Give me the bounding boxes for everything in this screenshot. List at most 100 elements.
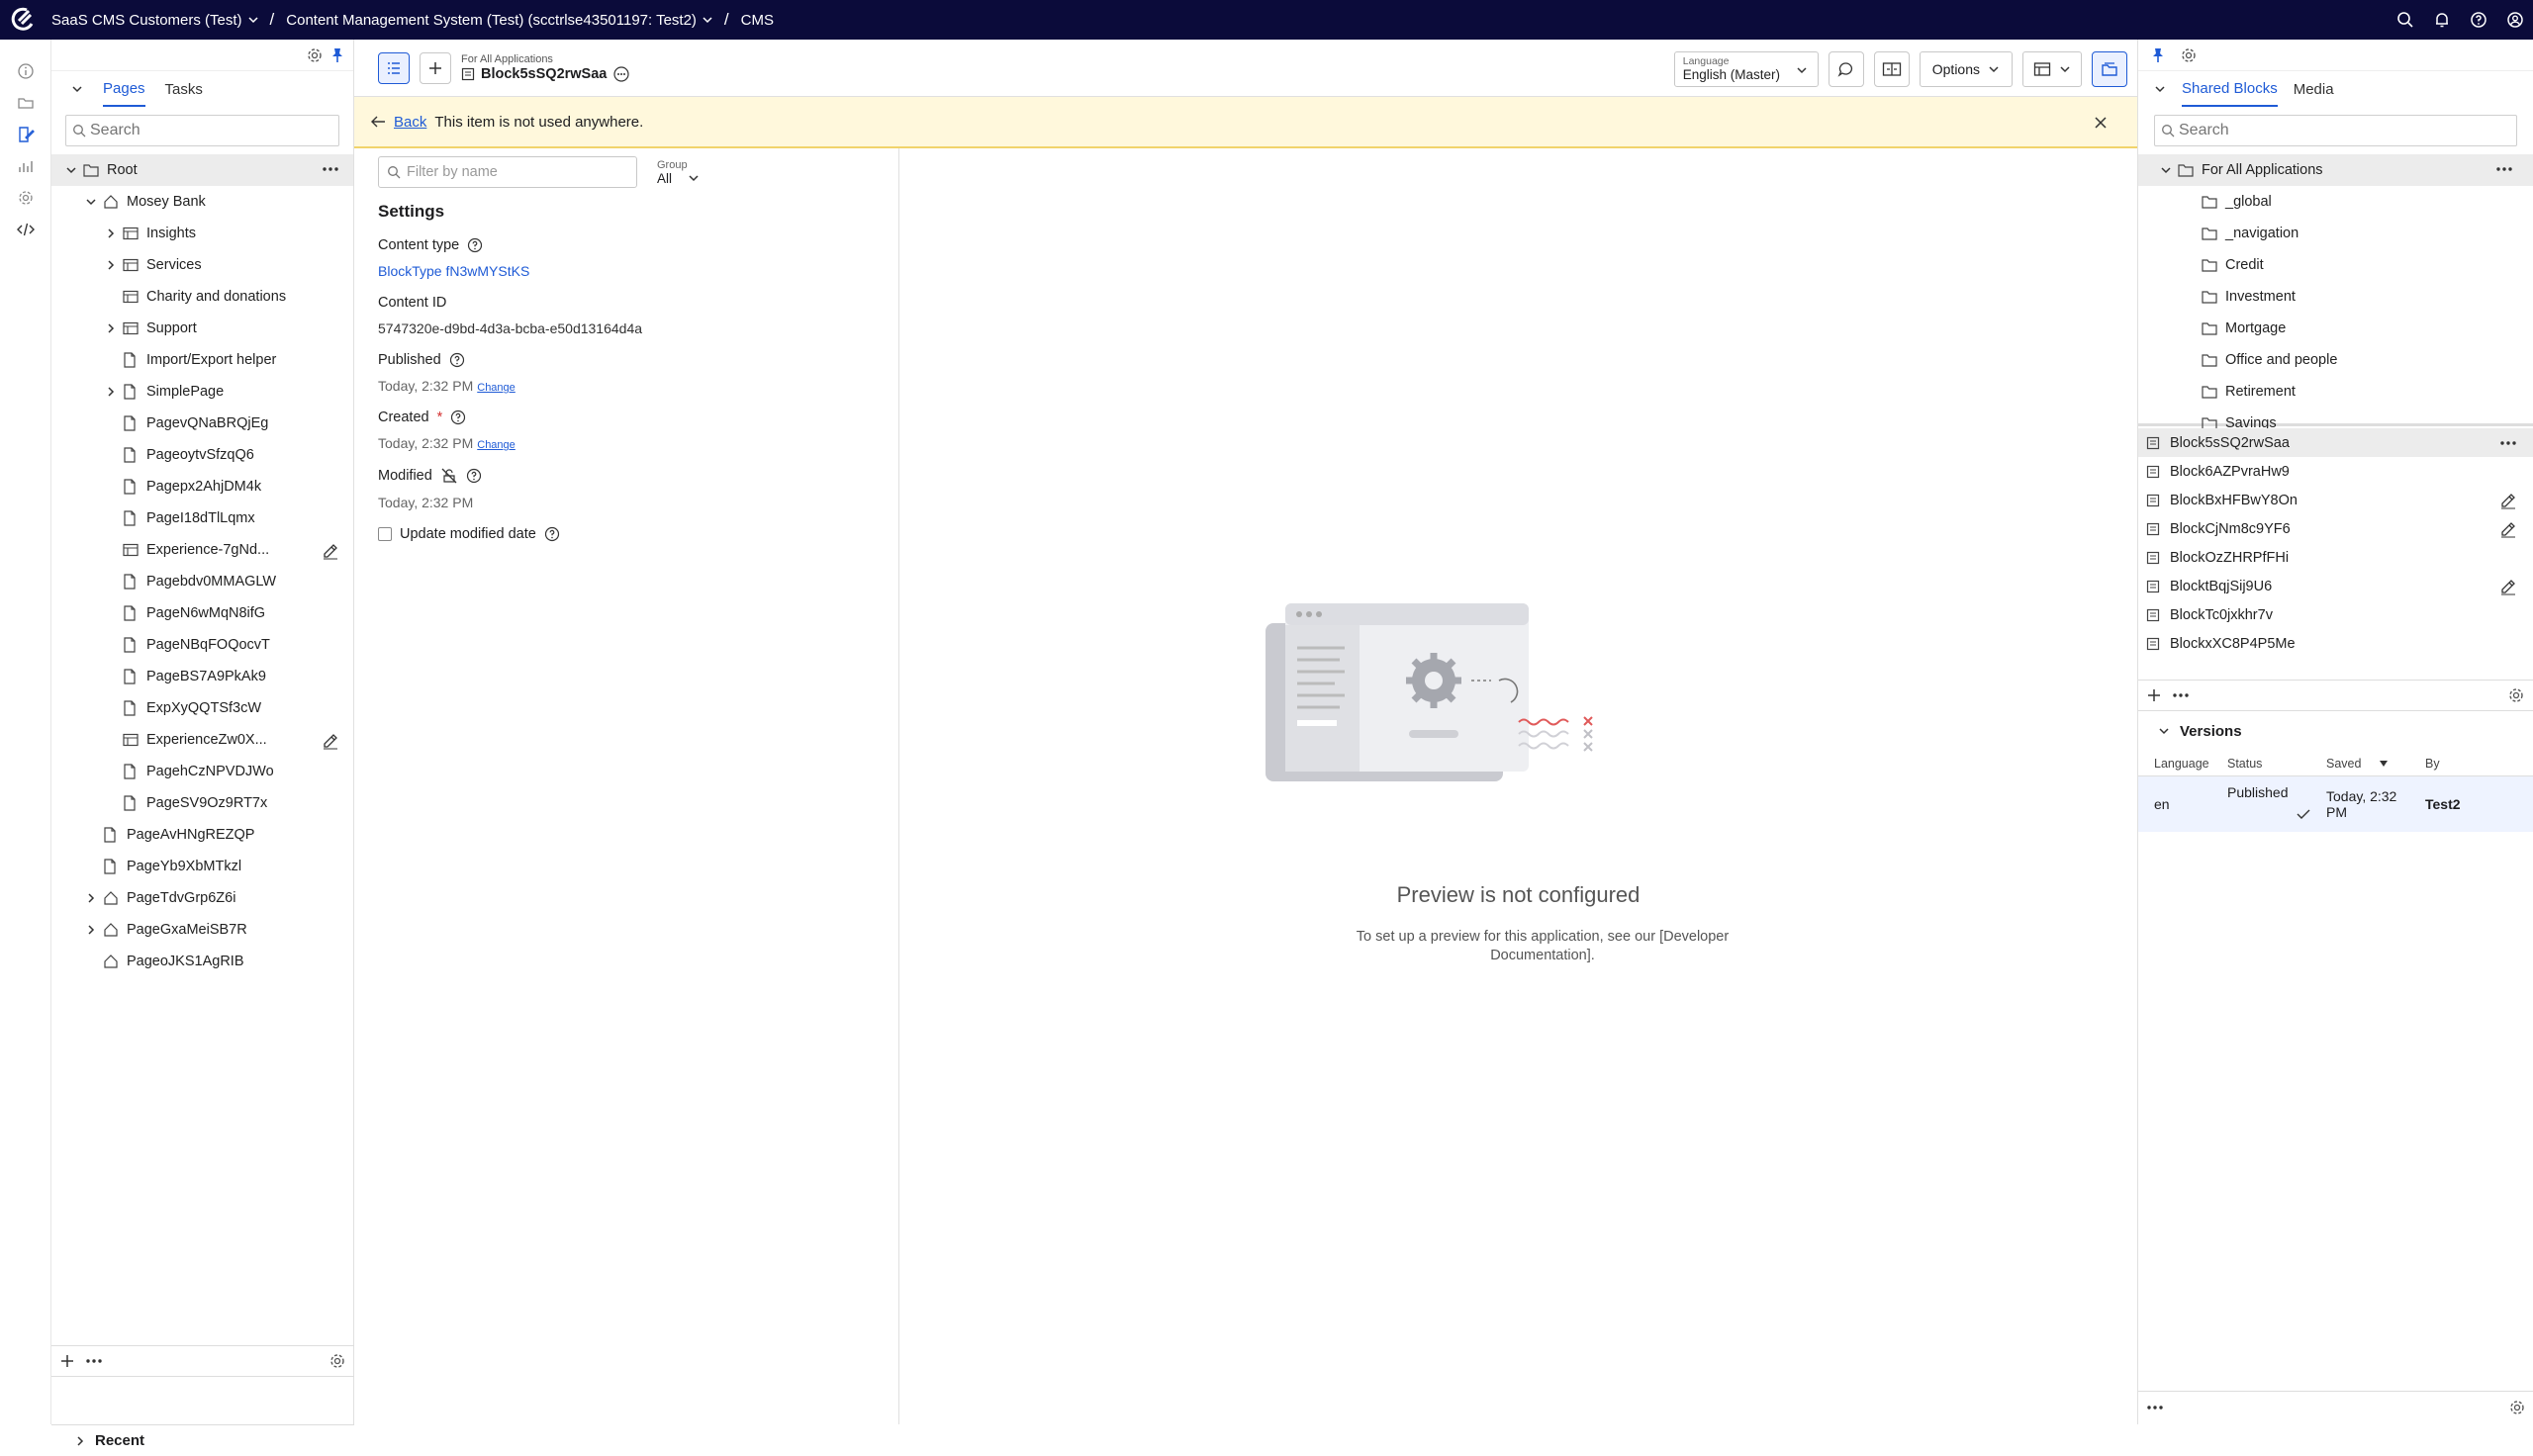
chevron-right-icon[interactable] xyxy=(103,322,119,334)
group-select[interactable]: Group All xyxy=(657,159,700,186)
tree-item[interactable]: PageNBqFOQocvT xyxy=(51,629,353,661)
folder-root[interactable]: For All Applications xyxy=(2138,154,2533,186)
update-modified-checkbox[interactable] xyxy=(378,527,392,541)
view-mode-button[interactable] xyxy=(2022,51,2082,87)
edit-icon[interactable] xyxy=(2499,492,2517,509)
chevron-right-icon[interactable] xyxy=(103,386,119,398)
tab-media[interactable]: Media xyxy=(2294,71,2334,107)
settings-icon[interactable] xyxy=(0,182,51,214)
add-icon[interactable] xyxy=(2146,687,2162,703)
gear-icon[interactable] xyxy=(2507,686,2525,704)
search-icon[interactable] xyxy=(2387,0,2423,40)
tree-item[interactable]: Experience-7gNd... xyxy=(51,534,353,566)
tree-item[interactable]: Pagebdv0MMAGLW xyxy=(51,566,353,597)
bell-icon[interactable] xyxy=(2423,0,2460,40)
col-saved[interactable]: Saved xyxy=(2326,757,2425,771)
list-item[interactable]: BlockxXC8P4P5Me xyxy=(2138,629,2533,658)
list-item[interactable]: BlockCjNm8c9YF6 xyxy=(2138,514,2533,543)
tree-item[interactable]: ExperienceZw0X... xyxy=(51,724,353,756)
tree-item[interactable]: PagehCzNPVDJWo xyxy=(51,756,353,787)
folder-item[interactable]: Credit xyxy=(2138,249,2533,281)
language-select[interactable]: Language English (Master) xyxy=(1673,51,1819,87)
chevron-right-icon[interactable] xyxy=(103,228,119,239)
tab-tasks[interactable]: Tasks xyxy=(165,71,203,107)
collapse-chevron-icon[interactable] xyxy=(71,83,83,95)
add-icon[interactable] xyxy=(59,1353,75,1369)
table-row[interactable]: en Published Today, 2:32 PM Test2 xyxy=(2138,776,2533,832)
tree-item[interactable]: Insights xyxy=(51,218,353,249)
tree-item[interactable]: PageI18dTlLqmx xyxy=(51,502,353,534)
folder-item[interactable]: _global xyxy=(2138,186,2533,218)
close-icon[interactable] xyxy=(2094,116,2108,130)
folder-item[interactable]: Investment xyxy=(2138,281,2533,313)
recent-section[interactable]: Recent xyxy=(51,1424,354,1456)
more-options-icon[interactable] xyxy=(612,65,630,83)
tree-item[interactable]: PageYb9XbMTkzl xyxy=(51,851,353,882)
add-button[interactable] xyxy=(420,51,451,84)
folder-item[interactable]: Retirement xyxy=(2138,376,2533,408)
reports-icon[interactable] xyxy=(0,150,51,182)
help-icon[interactable] xyxy=(450,410,466,425)
col-status[interactable]: Status xyxy=(2227,757,2326,771)
edit-content-icon[interactable] xyxy=(0,119,51,150)
col-by[interactable]: By xyxy=(2425,757,2533,771)
collapse-chevron-icon[interactable] xyxy=(2154,83,2166,95)
more-icon[interactable] xyxy=(2495,166,2513,172)
folder-item[interactable]: Mortgage xyxy=(2138,313,2533,344)
tree-item[interactable]: PagevQNaBRQjEg xyxy=(51,408,353,439)
comments-button[interactable] xyxy=(1828,51,1864,87)
tab-pages[interactable]: Pages xyxy=(103,71,145,107)
chevron-right-icon[interactable] xyxy=(103,259,119,271)
more-icon[interactable] xyxy=(2499,440,2517,446)
more-icon[interactable] xyxy=(2172,687,2190,703)
tree-item[interactable]: Pagepx2AhjDM4k xyxy=(51,471,353,502)
filter-input[interactable]: Filter by name xyxy=(378,156,637,188)
tree-item[interactable]: Root xyxy=(51,154,353,186)
help-icon[interactable] xyxy=(467,237,483,253)
pin-icon[interactable] xyxy=(328,46,347,65)
pin-icon[interactable] xyxy=(2148,46,2168,65)
help-icon[interactable] xyxy=(544,526,560,542)
help-icon[interactable] xyxy=(2460,0,2496,40)
tree-item[interactable]: PageAvHNgREZQP xyxy=(51,819,353,851)
tree-item[interactable]: Import/Export helper xyxy=(51,344,353,376)
tree-item[interactable]: PageBS7A9PkAk9 xyxy=(51,661,353,692)
breadcrumb-instance[interactable]: Content Management System (Test) (scctrl… xyxy=(278,12,720,29)
more-icon[interactable] xyxy=(322,166,339,172)
back-link[interactable]: Back xyxy=(394,114,426,131)
info-icon[interactable] xyxy=(0,55,51,87)
edit-icon[interactable] xyxy=(2499,578,2517,595)
user-icon[interactable] xyxy=(2496,0,2533,40)
col-language[interactable]: Language xyxy=(2138,757,2227,771)
breadcrumb-org[interactable]: SaaS CMS Customers (Test) xyxy=(44,12,266,29)
blocks-search-input[interactable] xyxy=(2179,122,2406,139)
tree-item[interactable]: PageSV9Oz9RT7x xyxy=(51,787,353,819)
list-item[interactable]: Block5sSQ2rwSaa xyxy=(2138,428,2533,457)
edit-icon[interactable] xyxy=(2499,520,2517,538)
pages-search-input[interactable] xyxy=(90,122,318,139)
versions-header[interactable]: Versions xyxy=(2138,711,2533,751)
gear-icon[interactable] xyxy=(2180,46,2198,64)
content-type-link[interactable]: BlockType fN3wMYStKS xyxy=(378,263,898,279)
options-button[interactable]: Options xyxy=(1919,51,2013,87)
chevron-down-icon[interactable] xyxy=(63,164,79,176)
folder-item[interactable]: Office and people xyxy=(2138,344,2533,376)
tree-item[interactable]: Charity and donations xyxy=(51,281,353,313)
folders-icon[interactable] xyxy=(0,87,51,119)
tab-shared-blocks[interactable]: Shared Blocks xyxy=(2182,71,2278,107)
tree-item[interactable]: PageTdvGrp6Z6i xyxy=(51,882,353,914)
compare-button[interactable] xyxy=(1873,51,1910,87)
more-icon[interactable] xyxy=(85,1353,103,1369)
help-icon[interactable] xyxy=(466,468,482,484)
tree-item[interactable]: Support xyxy=(51,313,353,344)
chevron-right-icon[interactable] xyxy=(83,892,99,904)
tree-item[interactable]: PageN6wMqN8ifG xyxy=(51,597,353,629)
gear-icon[interactable] xyxy=(2508,1399,2526,1416)
change-published-link[interactable]: Change xyxy=(477,382,516,394)
chevron-right-icon[interactable] xyxy=(83,924,99,936)
edit-icon[interactable] xyxy=(322,542,339,560)
list-item[interactable]: BlockBxHFBwY8On xyxy=(2138,486,2533,514)
help-icon[interactable] xyxy=(449,352,465,368)
tree-item[interactable]: SimplePage xyxy=(51,376,353,408)
gear-icon[interactable] xyxy=(328,1352,346,1370)
